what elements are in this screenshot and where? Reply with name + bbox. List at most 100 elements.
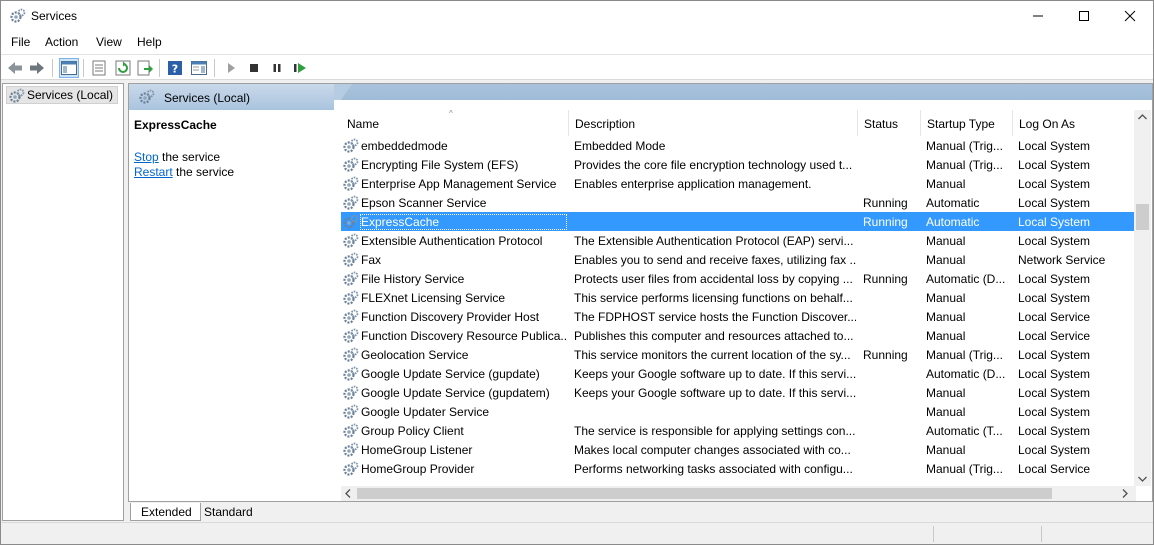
- cell-status: Running: [863, 348, 908, 362]
- vertical-scroll-thumb[interactable]: [1136, 204, 1149, 230]
- action-suffix: the service: [158, 150, 221, 164]
- cell-startup: Manual: [926, 234, 966, 248]
- cell-startup: Manual: [926, 291, 966, 305]
- service-row[interactable]: Google Update Service (gupdate) Keeps you…: [341, 364, 1136, 383]
- horizontal-scrollbar[interactable]: [341, 486, 1136, 501]
- service-row[interactable]: embeddedmode Embedded Mode Manual (Trig...…: [341, 136, 1136, 155]
- toolbar-separator: [214, 59, 215, 77]
- tree-item-services-local[interactable]: Services (Local): [6, 86, 119, 104]
- svg-text:?: ?: [172, 63, 178, 76]
- toolbar: ?: [1, 54, 1153, 80]
- back-icon: [8, 62, 22, 74]
- scroll-right-icon[interactable]: [1122, 489, 1128, 498]
- cell-startup: Manual: [926, 386, 966, 400]
- stop-service-link[interactable]: Stop: [134, 150, 159, 164]
- column-header-log-on-as[interactable]: Log On As: [1013, 110, 1136, 136]
- show-action-pane-button[interactable]: [189, 58, 209, 78]
- restart-action-line: Restart the service: [134, 165, 234, 179]
- service-row[interactable]: Google Updater Service Manual Local System: [341, 402, 1136, 421]
- cell-name: Google Update Service (gupdatem): [361, 386, 550, 400]
- cell-logon: Local System: [1018, 177, 1091, 191]
- cell-startup: Manual (Trig...: [926, 348, 1003, 362]
- service-row[interactable]: HomeGroup Listener Makes local computer c…: [341, 440, 1136, 459]
- cell-description: Keeps your Google software up to date. I…: [574, 386, 856, 400]
- forward-button[interactable]: [27, 58, 47, 78]
- service-row[interactable]: File History Service Protects user files …: [341, 269, 1136, 288]
- resume-icon: [294, 63, 306, 73]
- refresh-icon: [115, 60, 131, 76]
- minimize-button[interactable]: [1015, 1, 1061, 31]
- service-row[interactable]: Enterprise App Management Service Enables…: [341, 174, 1136, 193]
- refresh-button[interactable]: [113, 58, 133, 78]
- gears-icon: [343, 423, 359, 438]
- service-row[interactable]: Fax Enables you to send and receive faxes…: [341, 250, 1136, 269]
- maximize-button[interactable]: [1061, 1, 1107, 31]
- service-row[interactable]: Extensible Authentication Protocol The Ex…: [341, 231, 1136, 250]
- service-row[interactable]: HomeGroup Provider Performs networking ta…: [341, 459, 1136, 478]
- service-row[interactable]: Function Discovery Resource Publica... Pu…: [341, 326, 1136, 345]
- gears-icon: [343, 442, 359, 457]
- cell-description: Protects user files from accidental loss…: [574, 272, 853, 286]
- export-list-button[interactable]: [135, 58, 155, 78]
- menu-action[interactable]: Action: [45, 35, 78, 49]
- tab-extended[interactable]: Extended: [130, 503, 201, 521]
- restart-service-button[interactable]: [290, 58, 310, 78]
- scroll-up-icon[interactable]: [1138, 114, 1147, 120]
- cell-logon: Local Service: [1018, 462, 1091, 476]
- menu-view[interactable]: View: [96, 35, 122, 49]
- close-button[interactable]: [1107, 1, 1153, 31]
- column-header-status[interactable]: Status: [858, 110, 921, 136]
- help-button[interactable]: ?: [165, 58, 185, 78]
- service-row[interactable]: Group Policy Client The service is respon…: [341, 421, 1136, 440]
- service-row[interactable]: Encrypting File System (EFS) Provides the…: [341, 155, 1136, 174]
- menu-file[interactable]: File: [11, 35, 30, 49]
- gears-icon: [343, 347, 359, 362]
- service-row[interactable]: Google Update Service (gupdatem) Keeps yo…: [341, 383, 1136, 402]
- cell-description: The FDPHOST service hosts the Function D…: [574, 310, 856, 324]
- service-row[interactable]: FLEXnet Licensing Service This service pe…: [341, 288, 1136, 307]
- horizontal-scroll-thumb[interactable]: [357, 488, 1052, 499]
- cell-name: HomeGroup Provider: [361, 462, 475, 476]
- cell-startup: Manual (Trig...: [926, 462, 1003, 476]
- cell-startup: Manual (Trig...: [926, 139, 1003, 153]
- close-icon: [1124, 10, 1136, 22]
- stop-icon: [250, 64, 258, 72]
- column-header-startup-type[interactable]: Startup Type: [921, 110, 1013, 136]
- pause-service-button[interactable]: [267, 58, 287, 78]
- gears-icon: [343, 271, 359, 286]
- scroll-down-icon[interactable]: [1138, 476, 1147, 482]
- back-button[interactable]: [5, 58, 25, 78]
- cell-description: Performs networking tasks associated wit…: [574, 462, 853, 476]
- service-row[interactable]: Epson Scanner Service Running Automatic Loc…: [341, 193, 1136, 212]
- scroll-left-icon[interactable]: [345, 489, 351, 498]
- pane-title: Services (Local): [164, 91, 251, 105]
- column-header-label: Log On As: [1019, 117, 1076, 131]
- vertical-scrollbar[interactable]: [1134, 110, 1151, 486]
- cell-name: Encrypting File System (EFS): [361, 158, 519, 172]
- column-header-description[interactable]: Description: [569, 110, 858, 136]
- show-console-tree-button[interactable]: [59, 58, 79, 78]
- cell-description: This service performs licensing function…: [574, 291, 853, 305]
- menu-help[interactable]: Help: [137, 35, 162, 49]
- cell-startup: Manual: [926, 177, 966, 191]
- gears-icon: [343, 461, 359, 476]
- properties-button[interactable]: [89, 58, 109, 78]
- cell-description: Enables enterprise application managemen…: [574, 177, 812, 191]
- stop-service-button[interactable]: [244, 58, 264, 78]
- cell-description: This service monitors the current locati…: [574, 348, 851, 362]
- cell-logon: Local System: [1018, 424, 1091, 438]
- service-row[interactable]: ExpressCache Running Automatic Local System: [341, 212, 1136, 231]
- service-row[interactable]: Function Discovery Provider Host The FDPH…: [341, 307, 1136, 326]
- service-row[interactable]: Geolocation Service This service monitors…: [341, 345, 1136, 364]
- gears-icon: [9, 88, 25, 103]
- cell-description: Provides the core file encryption techno…: [574, 158, 853, 172]
- start-service-button[interactable]: [221, 58, 241, 78]
- restart-service-link[interactable]: Restart: [134, 165, 173, 179]
- cell-description: Keeps your Google software up to date. I…: [574, 367, 856, 381]
- service-rows: embeddedmode Embedded Mode Manual (Trig...…: [341, 136, 1136, 486]
- tab-standard[interactable]: Standard: [194, 503, 261, 521]
- cell-logon: Local System: [1018, 348, 1091, 362]
- pane-header-tab: Services (Local): [129, 84, 352, 110]
- column-header-name[interactable]: ^ Name: [341, 109, 569, 136]
- properties-icon: [92, 60, 106, 76]
